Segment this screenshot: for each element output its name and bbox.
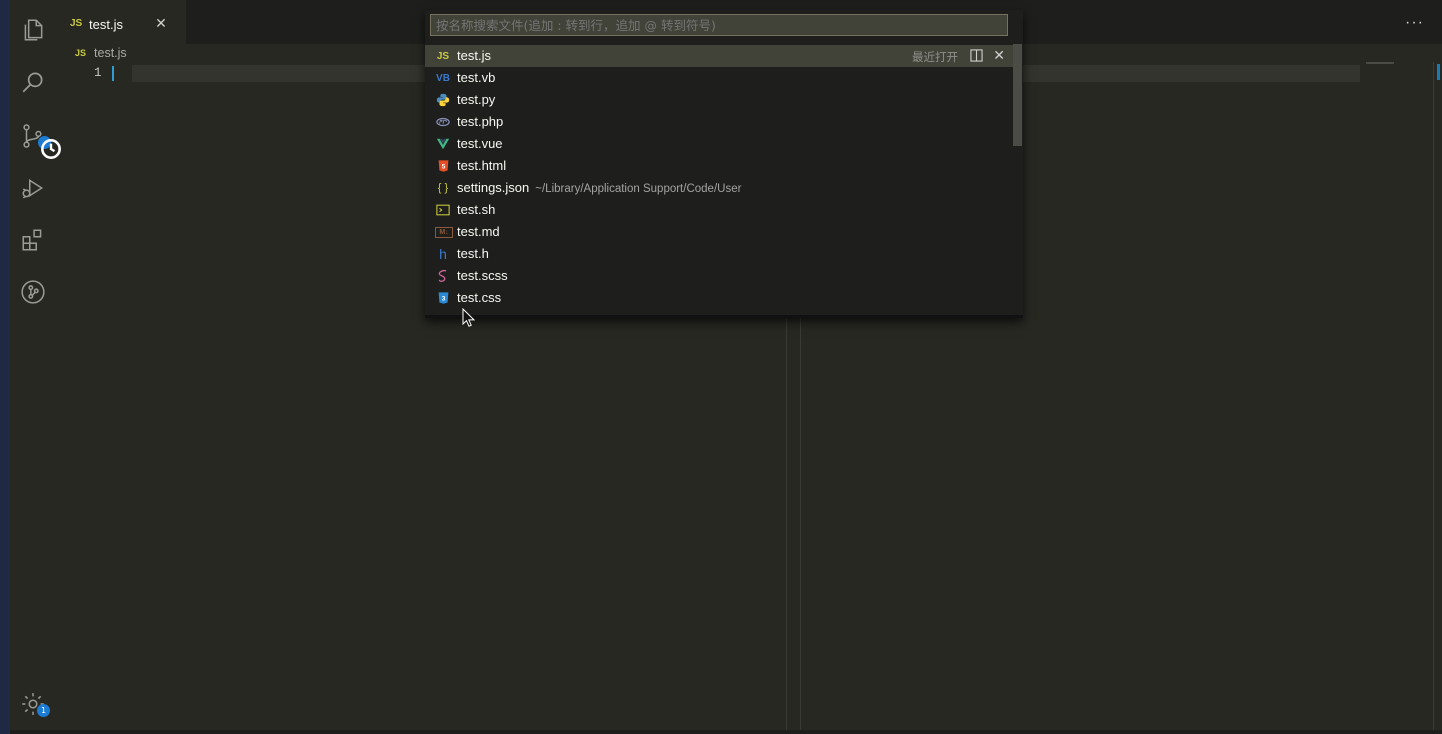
scss-icon: [435, 268, 451, 284]
json-icon: { }: [437, 182, 449, 194]
editor-ruler: [800, 312, 801, 734]
list-item[interactable]: test.py: [425, 89, 1015, 111]
open-to-side-icon[interactable]: [970, 49, 983, 62]
file-name-text: test.html: [457, 158, 507, 173]
file-name: test.js: [457, 48, 491, 63]
file-name-text: test.js: [457, 48, 491, 63]
scm-clock-badge-icon: [38, 136, 61, 159]
file-name-text: test.php: [457, 114, 504, 129]
file-name-text: test.h: [457, 246, 489, 261]
list-item[interactable]: test.scss: [425, 265, 1015, 287]
mouse-pointer-icon: [462, 308, 476, 327]
list-item[interactable]: { } settings.json ~/Library/Application Su…: [425, 177, 1015, 199]
file-name-text: test.sh: [457, 202, 496, 217]
list-item[interactable]: test.vue: [425, 133, 1015, 155]
file-name: test.sh: [457, 202, 495, 217]
h-icon: h: [439, 246, 447, 262]
file-name-text: test.vue: [457, 136, 503, 151]
text-cursor: [112, 66, 114, 81]
quick-open-bottom-edge: [425, 315, 1023, 318]
file-name: test.php: [457, 114, 503, 129]
js-icon: JS: [436, 50, 450, 62]
file-name: test.css: [457, 290, 501, 305]
js-file-icon: JS: [75, 48, 87, 58]
quick-open-scrollbar[interactable]: [1013, 44, 1022, 146]
file-name: test.html: [457, 158, 506, 173]
recently-opened-label: 最近打开: [912, 50, 958, 64]
js-file-icon: JS: [70, 18, 83, 29]
file-name: test.scss: [457, 268, 508, 283]
file-name-text: test.md: [457, 224, 500, 239]
settings-badge: 1: [37, 704, 50, 717]
activity-bar: 1: [10, 0, 61, 734]
editor-ruler: [786, 312, 787, 734]
source-control-icon[interactable]: [19, 122, 61, 159]
status-bar: [10, 730, 1442, 734]
svg-text:5: 5: [441, 163, 445, 170]
explorer-icon[interactable]: [19, 16, 47, 44]
quick-open-input[interactable]: [430, 14, 1008, 36]
file-name: settings.json ~/Library/Application Suppo…: [457, 180, 741, 195]
vue-icon: [435, 136, 451, 152]
breadcrumb-item-file[interactable]: test.js: [94, 46, 127, 60]
extensions-icon[interactable]: [19, 226, 47, 254]
file-name: test.h: [457, 246, 489, 261]
list-item[interactable]: test.php: [425, 111, 1015, 133]
php-icon: [435, 114, 451, 130]
quick-open-list: JS test.js 最近打开 ✕ VB test.vb test.py test.php te…: [425, 45, 1015, 309]
more-actions-icon[interactable]: ···: [1405, 14, 1424, 32]
markdown-icon: M↓: [435, 227, 453, 238]
file-name-text: settings.json: [457, 180, 530, 195]
quick-open-panel: JS test.js 最近打开 ✕ VB test.vb test.py test.php te…: [425, 10, 1023, 318]
scrollbar-cursor-marker: [1437, 64, 1440, 80]
list-item[interactable]: 5 test.html: [425, 155, 1015, 177]
html-icon: 5: [435, 158, 451, 174]
list-item[interactable]: VB test.vb: [425, 67, 1015, 89]
shell-icon: [435, 202, 451, 218]
close-icon[interactable]: ✕: [154, 16, 168, 30]
file-name-text: test.py: [457, 92, 496, 107]
file-name: test.md: [457, 224, 500, 239]
file-name: test.vb: [457, 70, 495, 85]
minimap-slider[interactable]: [1366, 62, 1394, 64]
settings-gear-icon[interactable]: 1: [19, 690, 50, 718]
python-icon: [435, 92, 451, 108]
editor-scrollbar[interactable]: [1433, 62, 1434, 734]
run-debug-icon[interactable]: [19, 174, 47, 202]
file-path-description: ~/Library/Application Support/Code/User: [535, 183, 742, 195]
css-icon: 3: [435, 290, 451, 306]
file-name: test.vue: [457, 136, 503, 151]
list-item[interactable]: 3 test.css: [425, 287, 1015, 309]
tab-test-js[interactable]: JS test.js ✕: [56, 0, 186, 44]
remove-from-history-icon[interactable]: ✕: [993, 47, 1005, 64]
git-graph-icon[interactable]: [19, 278, 47, 306]
list-item[interactable]: M↓ test.md: [425, 221, 1015, 243]
file-name: test.py: [457, 92, 495, 107]
file-name-text: test.css: [457, 290, 502, 305]
svg-text:3: 3: [441, 295, 445, 302]
search-icon[interactable]: [19, 68, 47, 96]
list-item[interactable]: JS test.js 最近打开 ✕: [425, 45, 1015, 67]
list-item[interactable]: test.sh: [425, 199, 1015, 221]
tab-label: test.js: [89, 17, 123, 32]
file-name-text: test.vb: [457, 70, 496, 85]
line-number: 1: [94, 66, 102, 80]
vscode-window: 1 JS test.js ✕ ··· JS test.js 1 JS test.j…: [10, 0, 1442, 734]
file-name-text: test.scss: [457, 268, 508, 283]
vb-icon: VB: [436, 72, 450, 84]
list-item[interactable]: h test.h: [425, 243, 1015, 265]
